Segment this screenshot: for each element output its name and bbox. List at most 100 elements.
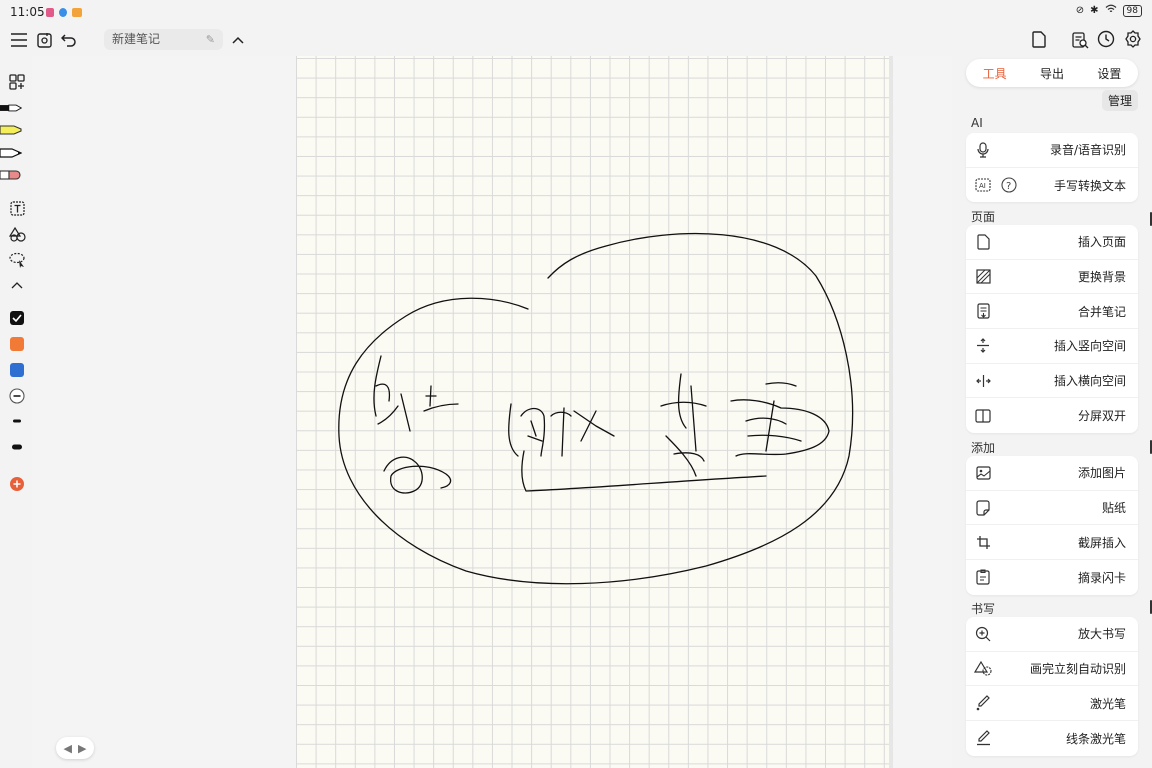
tool-label: 线条激光笔 xyxy=(1065,731,1126,746)
text-tool-icon[interactable] xyxy=(6,198,28,218)
panel-tabs: 工具 导出 设置 xyxy=(966,59,1138,87)
shape-recognize-icon xyxy=(974,660,992,678)
tool-item-zoom-writing[interactable]: 放大书写 xyxy=(966,617,1138,652)
battery-indicator: 98 xyxy=(1122,4,1142,17)
tools-panel: 工具 导出 设置 管理 AI 录音/语音识别 AI ? 手写转换文本 页面 插入… xyxy=(958,56,1152,768)
tool-item-laser-pen[interactable]: 激光笔 xyxy=(966,686,1138,722)
tool-item-line-laser-pen[interactable]: 线条激光笔 xyxy=(966,721,1138,756)
section-title-ai: AI xyxy=(971,116,983,130)
split-screen-icon xyxy=(974,407,992,425)
gear-icon[interactable] xyxy=(1122,28,1144,50)
bluetooth-icon: ✱ xyxy=(1090,5,1099,16)
next-page-icon[interactable]: ▶ xyxy=(78,742,86,755)
tool-item-change-background[interactable]: 更换背景 xyxy=(966,260,1138,295)
color-orange-swatch[interactable] xyxy=(6,334,28,354)
section-card-ai: 录音/语音识别 AI ? 手写转换文本 xyxy=(966,133,1138,203)
sticker-icon xyxy=(974,499,992,517)
section-title-page: 页面 xyxy=(971,210,996,224)
status-indicators: ⊘ ✱ 98 xyxy=(1076,4,1142,17)
tool-item-sticker[interactable]: 贴纸 xyxy=(966,491,1138,526)
background-icon xyxy=(974,268,992,286)
tool-label: 激光笔 xyxy=(1089,696,1126,711)
tab-export[interactable]: 导出 xyxy=(1040,65,1064,82)
stroke-thick-option[interactable] xyxy=(6,437,28,457)
vertical-space-icon xyxy=(974,337,992,355)
line-laser-icon xyxy=(974,729,992,747)
section-title-writing: 书写 xyxy=(971,602,996,616)
svg-text:AI: AI xyxy=(979,182,986,190)
read-mode-icon[interactable] xyxy=(34,29,56,51)
left-toolbar xyxy=(0,60,32,768)
note-page[interactable] xyxy=(296,56,890,768)
app-notification-icon xyxy=(72,8,82,17)
tool-label: 录音/语音识别 xyxy=(1049,143,1126,158)
top-toolbar: 新建笔记 ✎ xyxy=(0,24,1152,56)
tool-label: 插入竖向空间 xyxy=(1053,339,1126,354)
svg-text:?: ? xyxy=(1006,181,1011,192)
tool-item-add-image[interactable]: 添加图片 xyxy=(966,456,1138,491)
previous-page-icon[interactable]: ◀ xyxy=(64,742,72,755)
handwriting-drawing xyxy=(338,232,854,585)
note-title-field[interactable]: 新建笔记 ✎ xyxy=(104,29,223,50)
collapse-icon[interactable] xyxy=(6,275,28,295)
tool-item-merge-notes[interactable]: 合并笔记 xyxy=(966,294,1138,330)
status-bar: 11:05 ⊘ ✱ 98 xyxy=(0,0,1152,24)
chevron-up-icon[interactable] xyxy=(227,29,249,51)
color-black-swatch[interactable] xyxy=(6,308,28,328)
wifi-icon xyxy=(1105,4,1117,17)
tool-item-handwriting-to-text[interactable]: AI ? 手写转换文本 xyxy=(966,168,1138,203)
layout-icon[interactable] xyxy=(6,72,28,92)
app-notification-icon xyxy=(59,8,67,17)
page-edge xyxy=(889,56,893,768)
tool-item-split-screen[interactable]: 分屏双开 xyxy=(966,398,1138,433)
page-icon xyxy=(974,233,992,251)
search-note-icon[interactable] xyxy=(1069,29,1091,51)
tab-tools[interactable]: 工具 xyxy=(983,65,1007,82)
merge-icon xyxy=(974,302,992,320)
eraser-icon[interactable] xyxy=(0,165,22,185)
pencil-icon[interactable] xyxy=(0,143,22,163)
zoom-write-icon xyxy=(974,625,992,643)
tool-item-insert-vertical-space[interactable]: 插入竖向空间 xyxy=(966,329,1138,364)
add-color-icon[interactable] xyxy=(6,474,28,494)
section-card-add: 添加图片 贴纸 截屏插入 摘录闪卡 xyxy=(966,456,1138,595)
tool-label: 画完立刻自动识别 xyxy=(1029,662,1126,677)
highlighter-yellow-icon[interactable] xyxy=(0,120,22,140)
tool-label: 截屏插入 xyxy=(1077,535,1126,550)
horizontal-space-icon xyxy=(974,372,992,390)
menu-icon[interactable] xyxy=(8,29,30,51)
pen-black-icon[interactable] xyxy=(0,98,22,118)
section-card-page: 插入页面 更换背景 合并笔记 插入竖向空间 插入横向空间 分屏双开 xyxy=(966,225,1138,434)
section-title-add: 添加 xyxy=(971,441,996,455)
tool-item-screenshot-insert[interactable]: 截屏插入 xyxy=(966,525,1138,561)
section-card-writing: 放大书写 画完立刻自动识别 激光笔 线条激光笔 xyxy=(966,617,1138,756)
tool-item-voice[interactable]: 录音/语音识别 xyxy=(966,133,1138,168)
history-icon[interactable] xyxy=(1095,28,1117,50)
tool-label: 分屏双开 xyxy=(1077,409,1126,424)
nfc-icon: ⊘ xyxy=(1075,5,1085,16)
tool-label: 贴纸 xyxy=(1101,501,1126,516)
tab-settings[interactable]: 设置 xyxy=(1097,65,1121,82)
tool-item-insert-horizontal-space[interactable]: 插入横向空间 xyxy=(966,364,1138,399)
tool-label: 添加图片 xyxy=(1077,466,1126,481)
help-icon[interactable]: ? xyxy=(1000,176,1018,194)
tool-label: 更换背景 xyxy=(1077,270,1126,285)
manage-button[interactable]: 管理 xyxy=(1101,90,1138,111)
stroke-medium-option[interactable] xyxy=(6,411,28,431)
status-time: 11:05 xyxy=(10,5,45,19)
crop-icon xyxy=(974,533,992,551)
stroke-thin-option[interactable] xyxy=(6,386,28,406)
tool-label: 手写转换文本 xyxy=(1053,178,1126,193)
lasso-icon[interactable] xyxy=(6,250,28,270)
tool-label: 放大书写 xyxy=(1077,627,1126,642)
shapes-icon[interactable] xyxy=(6,224,28,244)
page-navigator[interactable]: ◀ ▶ xyxy=(56,737,94,759)
tool-item-flashcard[interactable]: 摘录闪卡 xyxy=(966,560,1138,595)
app-notification-icon xyxy=(46,8,54,17)
tool-item-insert-page[interactable]: 插入页面 xyxy=(966,225,1138,260)
color-blue-swatch[interactable] xyxy=(6,360,28,380)
page-view-icon[interactable] xyxy=(1028,28,1050,50)
tool-label: 摘录闪卡 xyxy=(1077,570,1126,585)
undo-icon[interactable] xyxy=(58,29,80,51)
tool-item-auto-recognize[interactable]: 画完立刻自动识别 xyxy=(966,652,1138,687)
